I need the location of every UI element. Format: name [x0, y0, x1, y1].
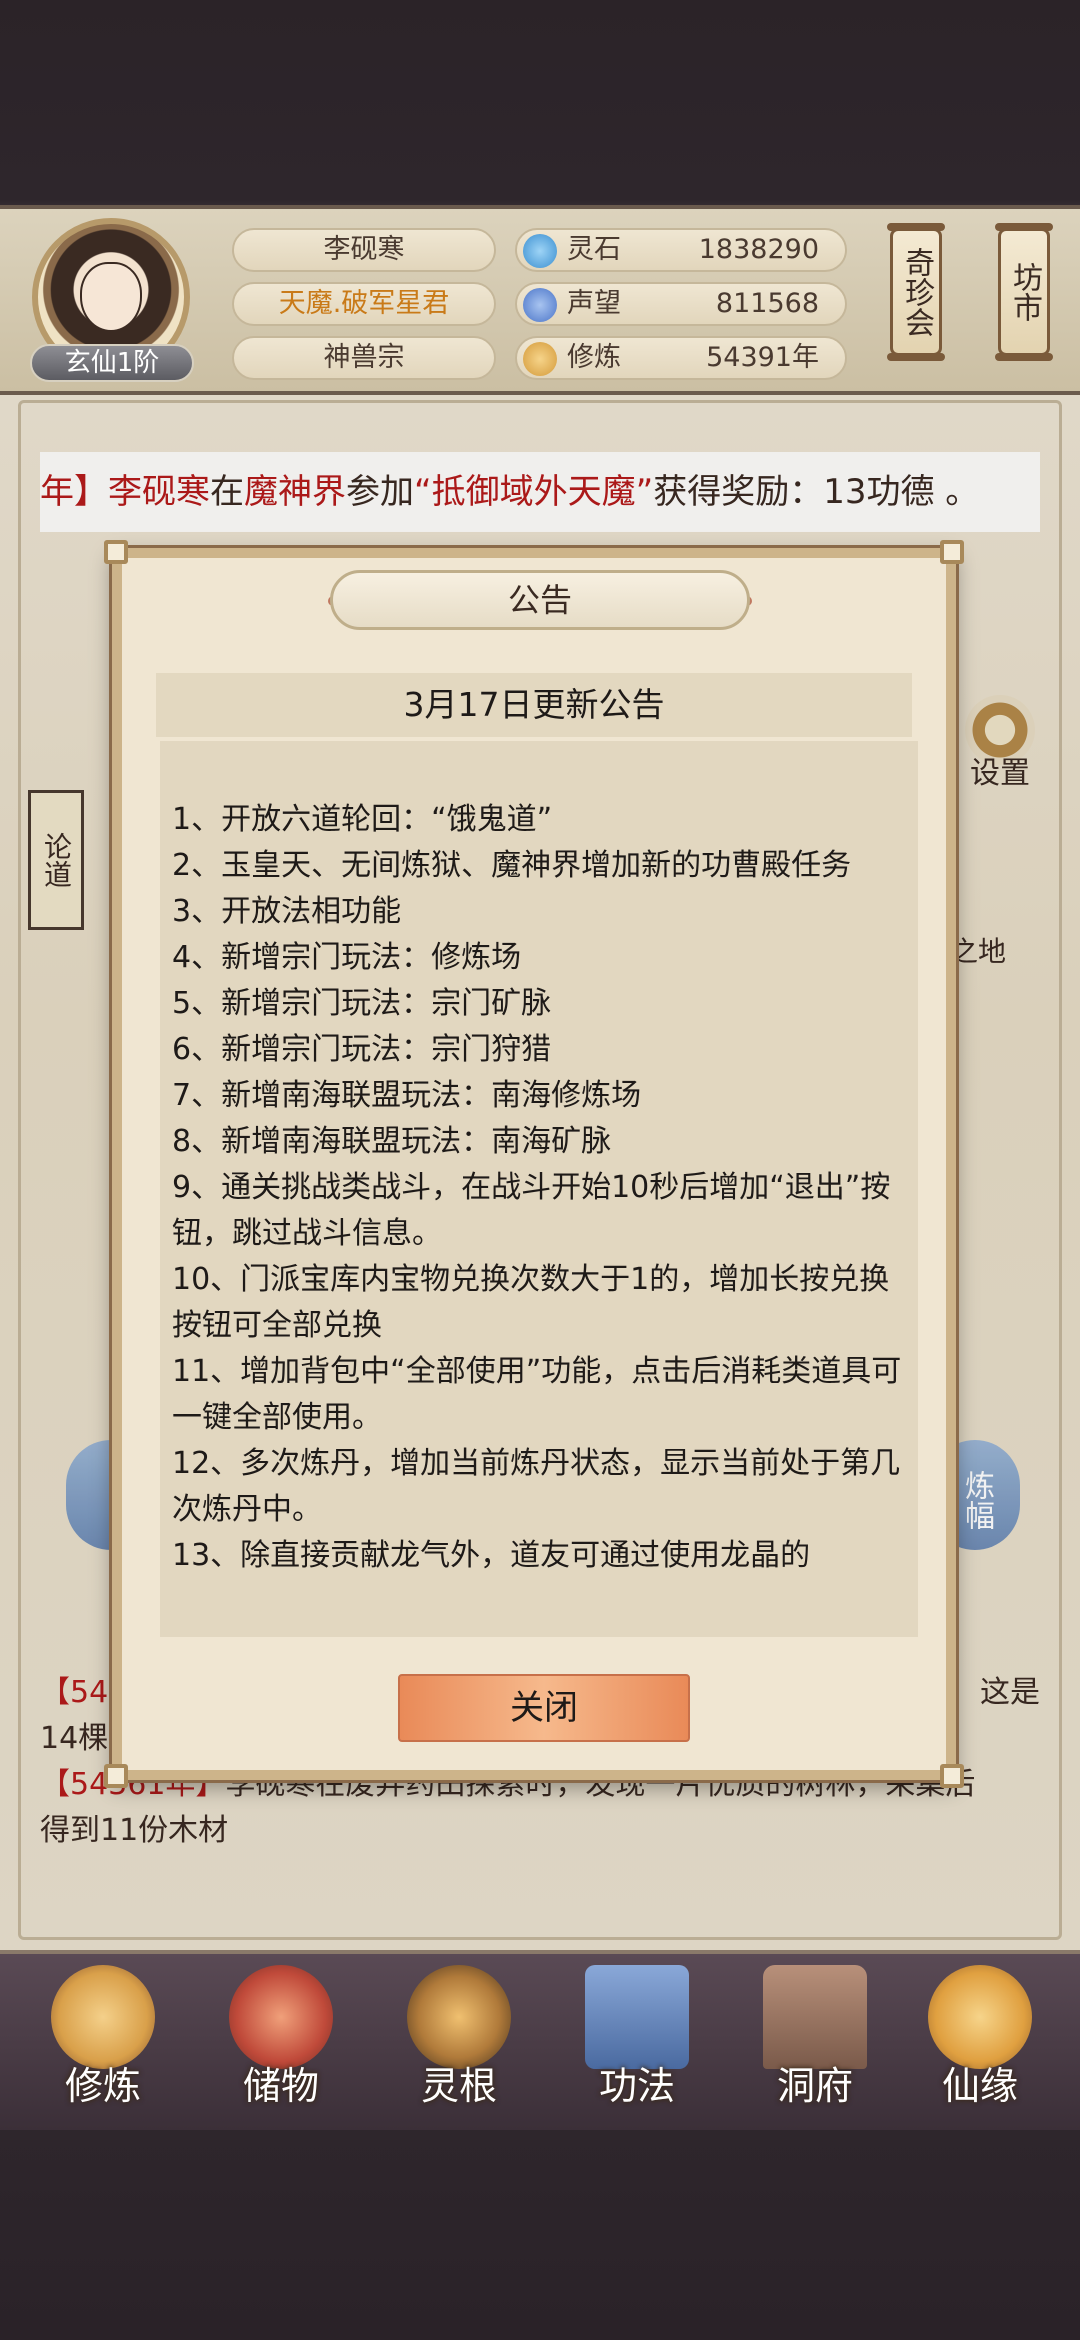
announcement-content[interactable]: 1、开放六道轮回：“饿鬼道” 2、玉皇天、无间炼狱、魔神界增加新的功曹殿任务 3… [160, 741, 918, 1637]
resource-cultivation: 修炼 54391年 [515, 336, 847, 380]
dialog-title: 公告 [330, 570, 750, 630]
market-button[interactable]: 坊市 [995, 223, 1053, 361]
player-name: 李砚寒 [232, 228, 496, 272]
nav-label: 灵根 [420, 2064, 497, 2108]
game-screen: { "header": { "player_name": "李砚寒", "tit… [0, 0, 1080, 2340]
announcement-item: 11、增加背包中“全部使用”功能，点击后消耗类道具可一键全部使用。 [172, 1354, 902, 1435]
player-title: 天魔.破军星君 [232, 282, 496, 326]
resource-value: 1838290 [698, 234, 819, 265]
announcement-item: 8、新增南海联盟玩法：南海矿脉 [172, 1124, 612, 1159]
resource-value: 811568 [715, 288, 819, 319]
corner-ornament [104, 1764, 128, 1788]
nav-label: 洞府 [776, 2064, 853, 2108]
corner-ornament [940, 540, 964, 564]
nav-storage[interactable]: 储物 [206, 1965, 356, 2125]
nav-technique[interactable]: 功法 [562, 1965, 712, 2125]
announcement-item: 7、新增南海联盟玩法：南海修炼场 [172, 1078, 642, 1113]
announcement-item: 9、通关挑战类战斗，在战斗开始10秒后增加“退出”按钮，跳过战斗信息。 [172, 1170, 891, 1251]
nav-label: 修炼 [64, 2064, 141, 2108]
announcement-item: 3、开放法相功能 [172, 894, 402, 929]
nav-label: 仙缘 [941, 2064, 1018, 2108]
resource-value: 54391年 [706, 342, 819, 373]
resource-prestige: 声望 811568 [515, 282, 847, 326]
nav-fate[interactable]: 仙缘 [905, 1965, 1055, 2125]
treasure-auction-button[interactable]: 奇珍会 [887, 223, 945, 361]
spirit-stone-icon [523, 234, 557, 268]
corner-ornament [940, 1764, 964, 1788]
resource-label: 声望 [567, 288, 621, 319]
corner-ornament [104, 540, 128, 564]
storage-bag-icon [229, 1965, 333, 2069]
player-sect: 神兽宗 [232, 336, 496, 380]
rank-badge: 玄仙1阶 [30, 344, 194, 382]
nav-label: 功法 [598, 2064, 675, 2108]
announcement-item: 1、开放六道轮回：“饿鬼道” [172, 802, 553, 837]
prestige-icon [523, 288, 557, 322]
cave-dwelling-icon [763, 1965, 867, 2069]
cultivation-icon [523, 342, 557, 376]
announcement-item: 12、多次炼丹，增加当前炼丹状态，显示当前处于第几次炼丹中。 [172, 1446, 901, 1527]
announcement-item: 10、门派宝库内宝物兑换次数大于1的，增加长按兑换按钮可全部兑换 [172, 1262, 890, 1343]
announcement-item: 5、新增宗门玩法：宗门矿脉 [172, 986, 552, 1021]
resource-spirit-stone: 灵石 1838290 [515, 228, 847, 272]
avatar-face [80, 262, 142, 332]
cultivate-icon [51, 1965, 155, 2069]
nav-spirit-root[interactable]: 灵根 [384, 1965, 534, 2125]
announcement-item: 4、新增宗门玩法：修炼场 [172, 940, 522, 975]
nav-cave-dwelling[interactable]: 洞府 [740, 1965, 890, 2125]
spirit-root-icon [407, 1965, 511, 2069]
announcement-item: 6、新增宗门玩法：宗门狩猎 [172, 1032, 552, 1067]
announcement-item: 13、除直接贡献龙气外，道友可通过使用龙晶的 [172, 1538, 811, 1573]
technique-book-icon [585, 1965, 689, 2069]
announcement-subtitle: 3月17日更新公告 [156, 673, 912, 737]
nav-label: 储物 [242, 2064, 319, 2108]
resource-label: 修炼 [567, 342, 621, 373]
gourd-icon [928, 1965, 1032, 2069]
nav-cultivate[interactable]: 修炼 [28, 1965, 178, 2125]
announcement-item: 2、玉皇天、无间炼狱、魔神界增加新的功曹殿任务 [172, 848, 852, 883]
resource-label: 灵石 [567, 234, 621, 265]
close-button[interactable]: 关闭 [398, 1674, 690, 1742]
